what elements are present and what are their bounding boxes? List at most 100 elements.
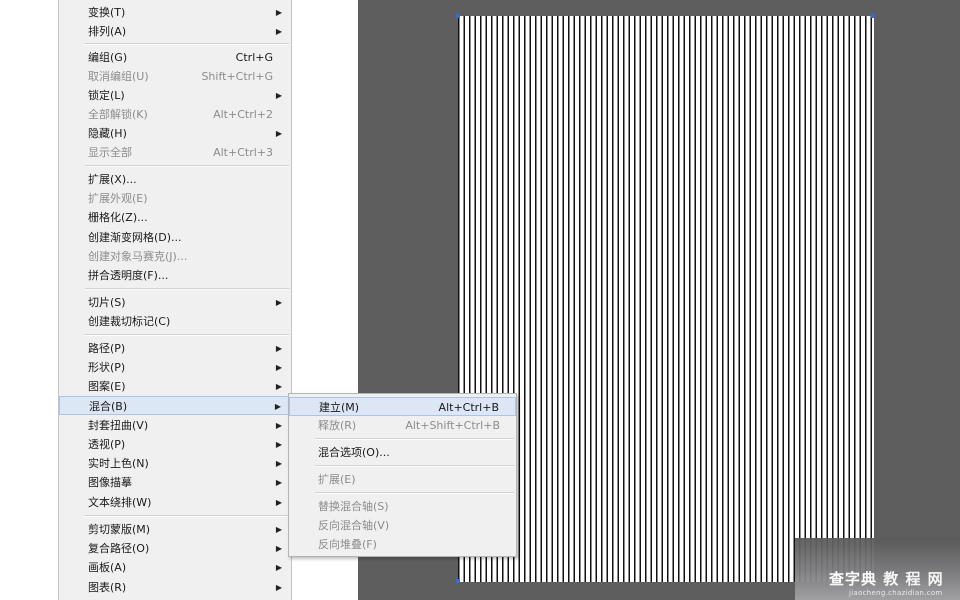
menu-item-text-wrap[interactable]: 文本绕排(W) ▶ bbox=[59, 493, 291, 512]
triangle-right-icon: ▶ bbox=[275, 525, 282, 534]
menu-separator bbox=[85, 288, 289, 290]
menu-item-rasterize[interactable]: 栅格化(Z)... bbox=[59, 208, 291, 227]
triangle-right-icon: ▶ bbox=[275, 478, 282, 487]
menu-item-label: 释放(R) bbox=[318, 419, 357, 432]
menu-separator bbox=[315, 492, 514, 494]
menu-item-label: 复合路径(O) bbox=[88, 542, 150, 555]
anchor-point-top-left[interactable] bbox=[456, 14, 460, 18]
menu-item-shape[interactable]: 形状(P) ▶ bbox=[59, 358, 291, 377]
anchor-point-top-right[interactable] bbox=[871, 14, 875, 18]
menu-item-label: 隐藏(H) bbox=[88, 127, 127, 140]
submenu-item-replace-spine[interactable]: 替换混合轴(S) bbox=[289, 497, 516, 516]
menu-item-label: 混合(B) bbox=[89, 400, 128, 413]
menu-item-label: 切片(S) bbox=[88, 296, 126, 309]
menu-item-transform[interactable]: 变换(T) ▶ bbox=[59, 3, 291, 22]
menu-item-label: 扩展(X)... bbox=[88, 173, 137, 186]
menu-item-gradient-mesh[interactable]: 创建渐变网格(D)... bbox=[59, 228, 291, 247]
submenu-item-reverse-front-to-back[interactable]: 反向堆叠(F) bbox=[289, 535, 516, 554]
triangle-right-icon: ▶ bbox=[275, 421, 282, 430]
submenu-item-make[interactable]: 建立(M) Alt+Ctrl+B bbox=[289, 397, 516, 416]
menu-item-expand[interactable]: 扩展(X)... bbox=[59, 170, 291, 189]
menu-item-ungroup[interactable]: 取消编组(U) Shift+Ctrl+G bbox=[59, 67, 291, 86]
menu-item-pattern[interactable]: 图案(E) ▶ bbox=[59, 377, 291, 396]
menu-item-flatten-transparency[interactable]: 拼合透明度(F)... bbox=[59, 266, 291, 285]
menu-separator bbox=[85, 334, 289, 336]
menu-item-live-paint[interactable]: 实时上色(N) ▶ bbox=[59, 454, 291, 473]
menu-item-arrange[interactable]: 排列(A) ▶ bbox=[59, 22, 291, 41]
menu-item-label: 文本绕排(W) bbox=[88, 496, 152, 509]
menu-item-label: 反向堆叠(F) bbox=[318, 538, 377, 551]
striped-artwork[interactable] bbox=[458, 16, 874, 582]
menu-item-label: 建立(M) bbox=[319, 401, 360, 414]
menu-item-compound-path[interactable]: 复合路径(O) ▶ bbox=[59, 539, 291, 558]
menu-item-label: 封套扭曲(V) bbox=[88, 419, 149, 432]
menu-item-blend[interactable]: 混合(B) ▶ bbox=[59, 396, 291, 415]
triangle-right-icon: ▶ bbox=[275, 27, 282, 36]
menu-item-label: 剪切蒙版(M) bbox=[88, 523, 151, 536]
menu-item-clipping-mask[interactable]: 剪切蒙版(M) ▶ bbox=[59, 520, 291, 539]
menu-item-label: 排列(A) bbox=[88, 25, 127, 38]
menu-item-unlock-all[interactable]: 全部解锁(K) Alt+Ctrl+2 bbox=[59, 105, 291, 124]
menu-item-artboards[interactable]: 画板(A) ▶ bbox=[59, 558, 291, 577]
triangle-right-icon: ▶ bbox=[275, 344, 282, 353]
menu-item-label: 拼合透明度(F)... bbox=[88, 269, 169, 282]
menu-item-perspective[interactable]: 透视(P) ▶ bbox=[59, 435, 291, 454]
menu-item-shortcut: Alt+Ctrl+3 bbox=[213, 146, 273, 159]
triangle-right-icon: ▶ bbox=[275, 563, 282, 572]
triangle-right-icon: ▶ bbox=[275, 129, 282, 138]
menu-item-label: 编组(G) bbox=[88, 51, 128, 64]
menu-item-label: 路径(P) bbox=[88, 342, 126, 355]
submenu-item-release[interactable]: 释放(R) Alt+Shift+Ctrl+B bbox=[289, 416, 516, 435]
menu-item-label: 创建对象马赛克(J)... bbox=[88, 250, 188, 263]
menu-item-shortcut: Alt+Ctrl+B bbox=[438, 401, 499, 414]
menu-item-label: 扩展(E) bbox=[318, 473, 356, 486]
menu-item-label: 栅格化(Z)... bbox=[88, 211, 148, 224]
menu-item-lock[interactable]: 锁定(L) ▶ bbox=[59, 86, 291, 105]
menu-separator bbox=[85, 43, 289, 45]
menu-item-label: 显示全部 bbox=[88, 146, 132, 159]
menu-item-trim-marks[interactable]: 创建裁切标记(C) bbox=[59, 312, 291, 331]
menu-item-image-trace[interactable]: 图像描摹 ▶ bbox=[59, 473, 291, 492]
menu-item-group[interactable]: 编组(G) Ctrl+G bbox=[59, 48, 291, 67]
menu-item-shortcut: Alt+Ctrl+2 bbox=[213, 108, 273, 121]
triangle-right-icon: ▶ bbox=[275, 459, 282, 468]
triangle-right-icon: ▶ bbox=[275, 298, 282, 307]
triangle-right-icon: ▶ bbox=[274, 402, 281, 411]
triangle-right-icon: ▶ bbox=[275, 583, 282, 592]
triangle-right-icon: ▶ bbox=[275, 382, 282, 391]
menu-item-label: 变换(T) bbox=[88, 6, 126, 19]
menu-item-slice[interactable]: 切片(S) ▶ bbox=[59, 293, 291, 312]
submenu-item-blend-options[interactable]: 混合选项(O)... bbox=[289, 443, 516, 462]
menu-item-label: 全部解锁(K) bbox=[88, 108, 148, 121]
anchor-point-bottom-left[interactable] bbox=[456, 579, 460, 583]
menu-item-label: 扩展外观(E) bbox=[88, 192, 148, 205]
triangle-right-icon: ▶ bbox=[275, 8, 282, 17]
menu-item-label: 取消编组(U) bbox=[88, 70, 149, 83]
menu-separator bbox=[315, 438, 514, 440]
menu-item-object-mosaic[interactable]: 创建对象马赛克(J)... bbox=[59, 247, 291, 266]
watermark-title: 查字典 教 程 网 bbox=[829, 570, 944, 588]
menu-item-shortcut: Shift+Ctrl+G bbox=[201, 70, 273, 83]
menu-item-label: 替换混合轴(S) bbox=[318, 500, 389, 513]
menu-item-path[interactable]: 路径(P) ▶ bbox=[59, 339, 291, 358]
menu-item-hide[interactable]: 隐藏(H) ▶ bbox=[59, 124, 291, 143]
menu-item-label: 图表(R) bbox=[88, 581, 127, 594]
submenu-item-expand[interactable]: 扩展(E) bbox=[289, 470, 516, 489]
triangle-right-icon: ▶ bbox=[275, 440, 282, 449]
menu-item-label: 混合选项(O)... bbox=[318, 446, 390, 459]
menu-item-expand-appearance[interactable]: 扩展外观(E) bbox=[59, 189, 291, 208]
menu-item-label: 反向混合轴(V) bbox=[318, 519, 390, 532]
submenu-item-reverse-spine[interactable]: 反向混合轴(V) bbox=[289, 516, 516, 535]
menu-item-label: 图像描摹 bbox=[88, 476, 132, 489]
menu-item-label: 创建渐变网格(D)... bbox=[88, 231, 182, 244]
menu-item-show-all[interactable]: 显示全部 Alt+Ctrl+3 bbox=[59, 143, 291, 162]
menu-item-graph[interactable]: 图表(R) ▶ bbox=[59, 578, 291, 597]
blend-submenu: 建立(M) Alt+Ctrl+B 释放(R) Alt+Shift+Ctrl+B 混合… bbox=[288, 393, 517, 557]
menu-item-label: 实时上色(N) bbox=[88, 457, 149, 470]
triangle-right-icon: ▶ bbox=[275, 498, 282, 507]
menu-item-label: 透视(P) bbox=[88, 438, 126, 451]
menu-separator bbox=[315, 465, 514, 467]
menu-item-envelope-distort[interactable]: 封套扭曲(V) ▶ bbox=[59, 416, 291, 435]
watermark: 查字典 教 程 网 jiaocheng.chazidian.com bbox=[795, 538, 960, 600]
menu-item-label: 画板(A) bbox=[88, 561, 127, 574]
